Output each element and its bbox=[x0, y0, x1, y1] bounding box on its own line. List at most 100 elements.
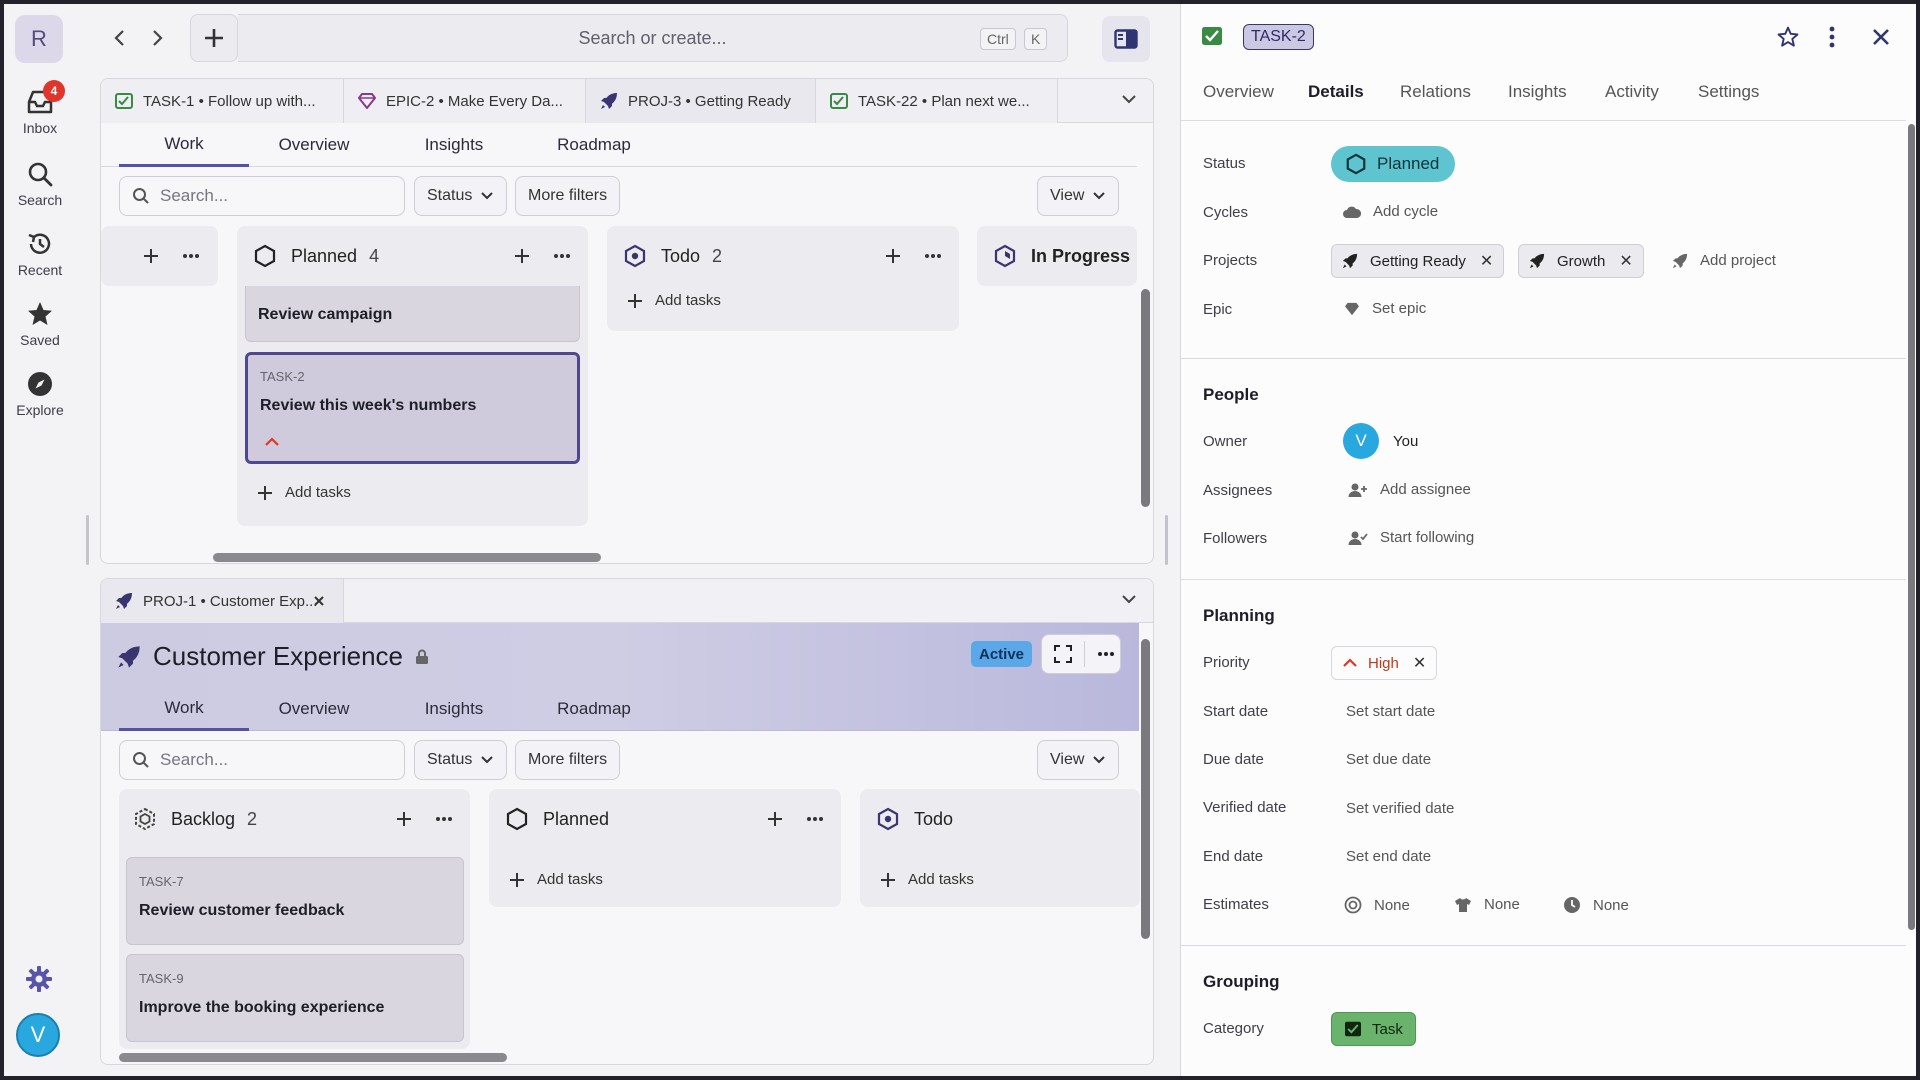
column-more-button[interactable] bbox=[803, 807, 827, 831]
subtab-insights[interactable]: Insights bbox=[389, 123, 519, 167]
rail-inbox[interactable]: 4 Inbox bbox=[0, 80, 80, 136]
subtab-overview[interactable]: Overview bbox=[249, 687, 379, 731]
task-card[interactable]: Review campaign bbox=[245, 286, 580, 342]
column-header: Planned 4 bbox=[237, 226, 588, 286]
column-add-button[interactable] bbox=[392, 807, 416, 831]
board-search-input[interactable]: Search... bbox=[119, 740, 405, 780]
view-button[interactable]: View bbox=[1037, 176, 1120, 216]
set-end-date-button[interactable]: Set end date bbox=[1346, 848, 1431, 865]
tabs-overflow-button[interactable] bbox=[1121, 93, 1137, 105]
subtab-work[interactable]: Work bbox=[119, 687, 249, 731]
task-card[interactable]: TASK-9 Improve the booking experience bbox=[126, 954, 464, 1042]
column-add-button[interactable] bbox=[139, 244, 163, 268]
add-tasks-button[interactable]: Add tasks bbox=[257, 484, 351, 501]
task-card[interactable]: TASK-7 Review customer feedback bbox=[126, 857, 464, 945]
column-more-button[interactable] bbox=[179, 244, 203, 268]
status-filter-button[interactable]: Status bbox=[414, 740, 508, 780]
estimate-points[interactable]: None bbox=[1344, 896, 1410, 914]
subtab-work[interactable]: Work bbox=[119, 123, 249, 167]
more-horizontal-icon[interactable] bbox=[1097, 651, 1115, 657]
task-card-selected[interactable]: TASK-2 Review this week's numbers bbox=[245, 352, 580, 464]
fullscreen-icon[interactable] bbox=[1054, 645, 1072, 663]
add-tasks-button[interactable]: Add tasks bbox=[627, 292, 721, 309]
rail-resize-handle[interactable] bbox=[86, 515, 89, 565]
tabs-overflow-button[interactable] bbox=[1121, 593, 1137, 605]
add-cycle-button[interactable]: Add cycle bbox=[1343, 203, 1438, 220]
more-filters-button[interactable]: More filters bbox=[515, 740, 621, 780]
subtab-insights[interactable]: Insights bbox=[389, 687, 519, 731]
column-add-button[interactable] bbox=[763, 807, 787, 831]
vertical-scrollbar[interactable] bbox=[1141, 289, 1150, 507]
subtab-overview[interactable]: Overview bbox=[249, 123, 379, 167]
rail-explore[interactable]: Explore bbox=[0, 370, 80, 418]
set-due-date-button[interactable]: Set due date bbox=[1346, 751, 1431, 768]
category-label: Category bbox=[1203, 1020, 1264, 1037]
star-outline-icon[interactable] bbox=[1777, 26, 1799, 48]
create-button[interactable] bbox=[190, 14, 238, 62]
detail-tab-details[interactable]: Details bbox=[1308, 82, 1364, 102]
tab-task-1[interactable]: TASK-1 • Follow up with... bbox=[101, 79, 344, 123]
rail-search[interactable]: Search bbox=[0, 160, 80, 208]
close-icon[interactable] bbox=[1872, 28, 1890, 46]
status-filter-button[interactable]: Status bbox=[414, 176, 508, 216]
detail-tab-overview[interactable]: Overview bbox=[1203, 82, 1274, 102]
remove-project-icon[interactable]: ✕ bbox=[1480, 251, 1493, 271]
tab-task-22[interactable]: TASK-22 • Plan next we... bbox=[816, 79, 1058, 123]
board-search-input[interactable]: Search... bbox=[119, 176, 405, 216]
workspace-avatar[interactable]: R bbox=[15, 15, 63, 63]
back-button[interactable] bbox=[104, 22, 136, 54]
horizontal-scrollbar[interactable] bbox=[213, 553, 601, 562]
settings-gear-icon[interactable] bbox=[25, 965, 53, 993]
clear-priority-icon[interactable]: ✕ bbox=[1413, 653, 1426, 673]
column-count: 2 bbox=[712, 245, 723, 266]
set-start-date-button[interactable]: Set start date bbox=[1346, 703, 1435, 720]
user-avatar[interactable]: V bbox=[16, 1013, 60, 1057]
more-vertical-icon[interactable] bbox=[1829, 26, 1835, 48]
toggle-panel-button[interactable] bbox=[1102, 16, 1150, 62]
detail-tab-settings[interactable]: Settings bbox=[1698, 82, 1759, 102]
add-assignee-button[interactable]: Add assignee bbox=[1348, 481, 1471, 498]
start-following-button[interactable]: Start following bbox=[1348, 529, 1474, 546]
owner-value[interactable]: V You bbox=[1343, 423, 1418, 459]
view-button[interactable]: View bbox=[1037, 740, 1120, 780]
add-tasks-button[interactable]: Add tasks bbox=[509, 871, 603, 888]
column-more-button[interactable] bbox=[550, 244, 574, 268]
column-add-button[interactable] bbox=[881, 244, 905, 268]
priority-chip[interactable]: High ✕ bbox=[1331, 646, 1438, 680]
add-tasks-button[interactable]: Add tasks bbox=[880, 871, 974, 888]
global-search-bar[interactable]: Search or create... Ctrl K bbox=[238, 14, 1068, 62]
status-pill[interactable]: Planned bbox=[1331, 146, 1456, 182]
category-chip[interactable]: Task bbox=[1331, 1012, 1416, 1046]
add-project-button[interactable]: Add project bbox=[1672, 252, 1776, 269]
subtab-roadmap[interactable]: Roadmap bbox=[529, 687, 659, 731]
detail-tab-relations[interactable]: Relations bbox=[1400, 82, 1471, 102]
panel-resize-handle[interactable] bbox=[1165, 515, 1168, 565]
project-chip[interactable]: Growth ✕ bbox=[1518, 244, 1644, 278]
set-epic-button[interactable]: Set epic bbox=[1344, 300, 1426, 317]
column-more-button[interactable] bbox=[921, 244, 945, 268]
rail-recent[interactable]: Recent bbox=[0, 230, 80, 278]
detail-tab-insights[interactable]: Insights bbox=[1508, 82, 1567, 102]
detail-tab-activity[interactable]: Activity bbox=[1605, 82, 1659, 102]
estimate-time[interactable]: None bbox=[1563, 896, 1629, 914]
plus-icon bbox=[768, 812, 782, 826]
project-chip-label: Growth bbox=[1557, 252, 1606, 270]
detail-scrollbar[interactable] bbox=[1908, 124, 1915, 930]
more-filters-button[interactable]: More filters bbox=[515, 176, 621, 216]
remove-project-icon[interactable]: ✕ bbox=[1619, 251, 1632, 271]
horizontal-scrollbar[interactable] bbox=[119, 1053, 507, 1062]
forward-button[interactable] bbox=[141, 22, 173, 54]
set-verified-date-button[interactable]: Set verified date bbox=[1346, 800, 1454, 817]
planned-status-icon bbox=[254, 244, 276, 268]
estimate-size[interactable]: None bbox=[1454, 896, 1520, 913]
tab-proj-3[interactable]: PROJ-3 • Getting Ready bbox=[586, 79, 816, 123]
column-add-button[interactable] bbox=[510, 244, 534, 268]
tab-proj-1[interactable]: PROJ-1 • Customer Exp... bbox=[101, 579, 344, 623]
tab-epic-2[interactable]: EPIC-2 • Make Every Da... bbox=[344, 79, 586, 123]
rail-saved[interactable]: Saved bbox=[0, 300, 80, 348]
project-chip[interactable]: Getting Ready ✕ bbox=[1331, 244, 1505, 278]
subtab-roadmap[interactable]: Roadmap bbox=[529, 123, 659, 167]
close-tab-icon[interactable] bbox=[313, 595, 325, 607]
vertical-scrollbar[interactable] bbox=[1141, 639, 1150, 939]
column-more-button[interactable] bbox=[432, 807, 456, 831]
